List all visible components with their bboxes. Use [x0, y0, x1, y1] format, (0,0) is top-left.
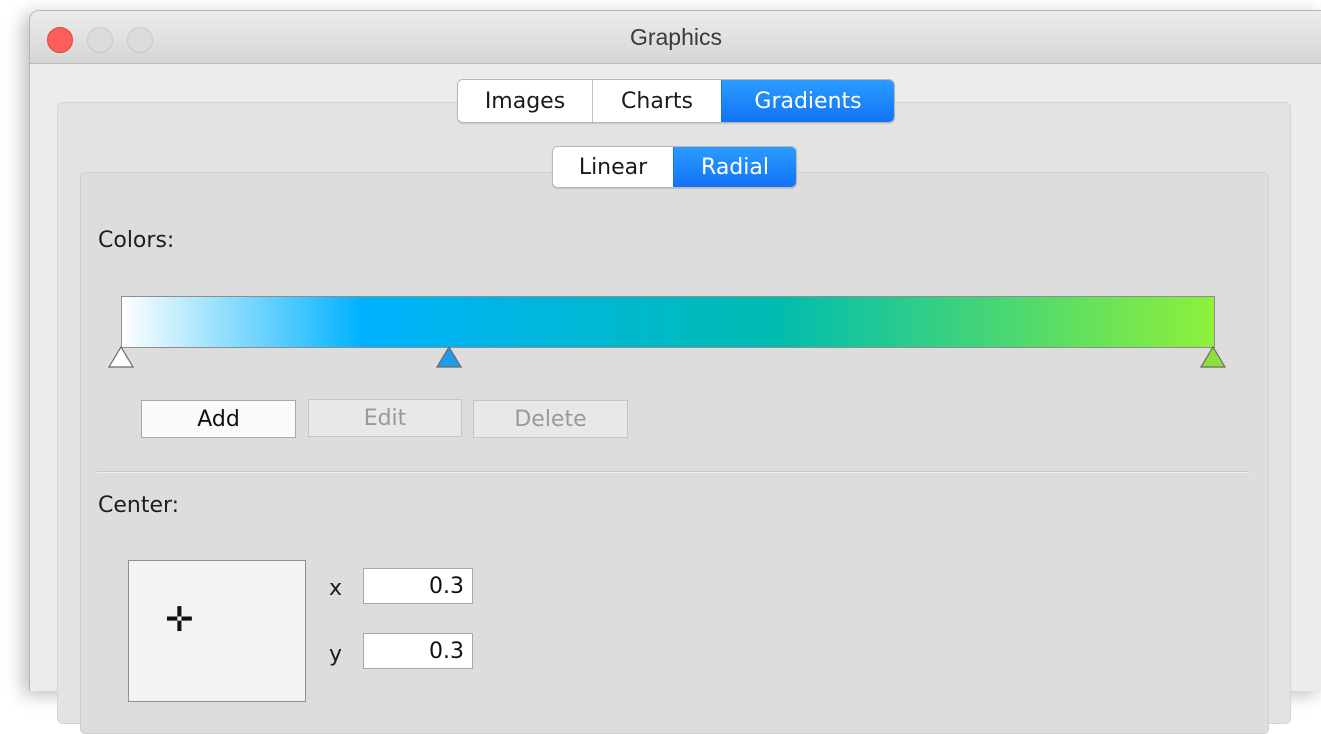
center-y-field[interactable]: [363, 633, 473, 669]
add-stop-button[interactable]: Add: [141, 400, 296, 438]
gradient-preview-bar[interactable]: [121, 296, 1215, 348]
delete-stop-button[interactable]: Delete: [473, 400, 628, 438]
window-title: Graphics: [629, 24, 723, 50]
tab-gradients[interactable]: Gradients: [721, 80, 894, 122]
section-divider: [97, 471, 1249, 473]
y-label: y: [329, 642, 343, 667]
center-label: Center:: [98, 493, 180, 518]
colors-label: Colors:: [98, 228, 175, 253]
crosshair-icon[interactable]: ✛: [165, 603, 194, 637]
title-bar[interactable]: Graphics: [30, 11, 1321, 64]
tab-images[interactable]: Images: [458, 80, 592, 122]
tab-linear[interactable]: Linear: [553, 147, 673, 187]
tab-charts[interactable]: Charts: [592, 80, 721, 122]
tab-radial[interactable]: Radial: [673, 147, 796, 187]
edit-stop-button[interactable]: Edit: [308, 399, 462, 437]
main-tab-bar: Images Charts Gradients: [457, 79, 895, 123]
gradient-type-tab-bar: Linear Radial: [552, 146, 797, 188]
center-picker[interactable]: ✛: [128, 560, 306, 702]
x-label: x: [329, 576, 343, 601]
center-x-field[interactable]: [363, 568, 473, 604]
